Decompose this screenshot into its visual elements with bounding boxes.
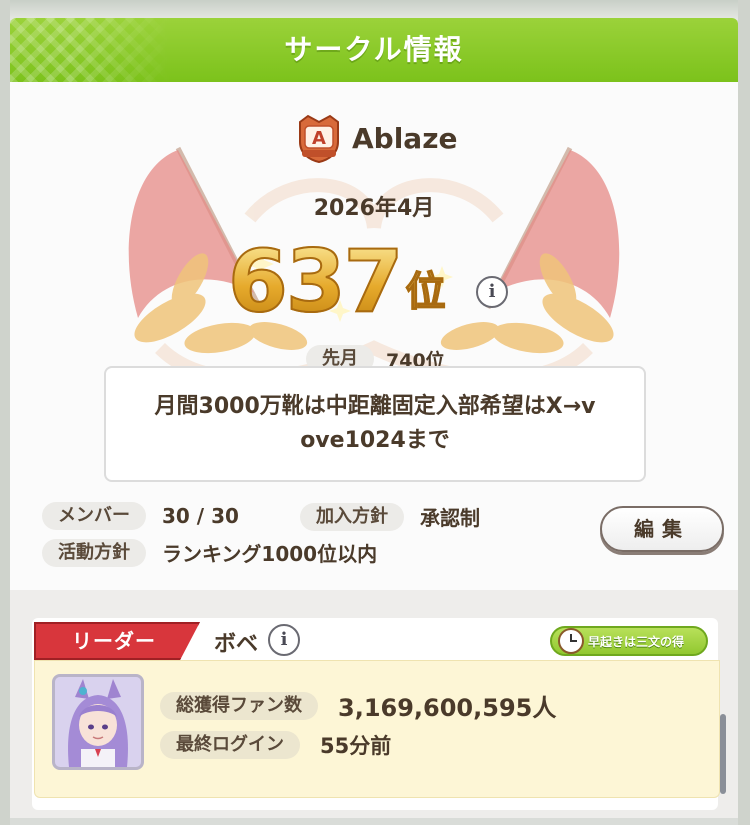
background-top — [0, 0, 750, 20]
last-login-row: 最終ログイン 55分前 — [160, 730, 391, 760]
circle-message-box: 月間3000万靴は中距離固定入部希望はX→v ove1024まで — [104, 366, 646, 482]
activity-policy-value: ランキング1000位以内 — [162, 542, 378, 566]
members-value: 30 / 30 — [162, 504, 239, 528]
activity-policy-label: 活動方針 — [42, 538, 146, 567]
members-label: メンバー — [42, 502, 146, 530]
crest-letter: A — [312, 128, 326, 149]
circle-crest-icon: A — [299, 114, 339, 164]
circle-name-row: A Ablaze — [294, 114, 458, 164]
rank-info-icon[interactable]: i — [476, 276, 508, 308]
leader-tag: リーダー — [72, 629, 156, 653]
activity-policy-row: 活動方針 ランキング1000位以内 — [42, 538, 377, 567]
circle-rank: 637 位 — [227, 228, 447, 332]
scrollbar[interactable] — [720, 714, 726, 794]
character-portrait-icon — [55, 677, 141, 767]
circle-message: 月間3000万靴は中距離固定入部希望はX→v ove1024まで — [154, 394, 596, 453]
join-policy-label: 加入方針 — [300, 502, 404, 531]
total-fans-row: 総獲得ファン数 3,169,600,595人 — [160, 688, 556, 723]
leader-info-icon[interactable]: i — [268, 624, 300, 656]
leader-avatar[interactable] — [52, 674, 144, 770]
last-login-value: 55分前 — [320, 734, 392, 758]
background-right — [738, 0, 750, 825]
total-fans-label: 総獲得ファン数 — [160, 691, 318, 720]
last-login-label: 最終ログイン — [160, 731, 300, 759]
leader-title-badge: 早起きは三文の得 — [550, 626, 708, 656]
total-fans-value: 3,169,600,595人 — [338, 694, 557, 722]
background-left — [0, 0, 10, 825]
members-row: メンバー 30 / 30 — [42, 502, 239, 530]
rank-unit: 位 — [405, 262, 447, 322]
ranking-period: 2026年4月 — [313, 196, 435, 221]
edit-button[interactable]: 編集 — [600, 506, 724, 552]
leader-title: 早起きは三文の得 — [588, 634, 685, 649]
join-policy-row: 加入方針 承認制 — [300, 502, 480, 531]
leader-name: ボベ — [214, 632, 259, 657]
join-policy-value: 承認制 — [420, 506, 480, 530]
alarm-clock-icon — [558, 628, 584, 654]
rank-number: 637 — [227, 232, 405, 332]
circle-info-panel: サークル情報 A Ablaze 2026年4月 637 位 i 先月 740位 … — [10, 18, 738, 818]
circle-name: Ablaze — [352, 121, 458, 155]
